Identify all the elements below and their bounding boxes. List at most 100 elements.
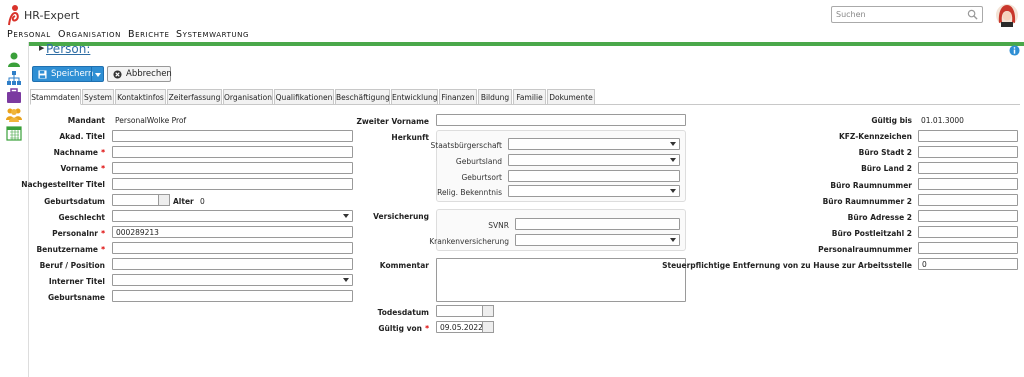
svnr-label: SVNR — [488, 221, 509, 230]
chevron-down-icon — [95, 73, 101, 77]
info-icon[interactable] — [1009, 45, 1020, 56]
tab-system[interactable]: System — [82, 89, 114, 105]
required-mark: * — [101, 245, 105, 254]
search-input[interactable]: Suchen — [831, 6, 983, 23]
menu-item-organisation[interactable]: Organisation — [58, 29, 121, 40]
tab-entwicklung[interactable]: Entwicklung — [391, 89, 438, 105]
buero-raumnummer-input[interactable] — [918, 178, 1018, 190]
beruf-position-input[interactable] — [112, 258, 353, 270]
gueltig-von-value: 09.05.2022 — [440, 323, 483, 332]
buero-raumnummer2-input[interactable] — [918, 194, 1018, 206]
vorname-input[interactable] — [112, 162, 353, 174]
tab-stammdaten[interactable]: Stammdaten — [30, 89, 81, 105]
menu-item-systemwartung[interactable]: Systemwartung — [176, 29, 249, 40]
benutzername-label: Benutzername — [36, 245, 98, 254]
save-label: Speichern — [51, 69, 94, 79]
calendar-icon[interactable] — [6, 125, 22, 141]
required-mark: * — [101, 164, 105, 173]
bekenntnis-label: Relig. Bekenntnis — [437, 188, 502, 197]
tab-qualifikationen[interactable]: Qualifikationen — [274, 89, 334, 105]
search-placeholder: Suchen — [836, 10, 866, 19]
kommentar-label: Kommentar — [379, 261, 429, 270]
calendar-picker-icon[interactable] — [482, 305, 494, 317]
chevron-down-icon — [343, 214, 349, 218]
cancel-button[interactable]: Abbrechen — [107, 66, 172, 82]
buero-adresse2-input[interactable] — [918, 210, 1018, 222]
org-chart-icon[interactable] — [6, 70, 22, 86]
benutzername-input[interactable] — [112, 242, 353, 254]
nachname-label: Nachname — [53, 148, 98, 157]
tab-finanzen[interactable]: Finanzen — [439, 89, 477, 105]
geburtsname-input[interactable] — [112, 290, 353, 302]
interner-titel-select[interactable] — [112, 274, 353, 286]
entfernung-input[interactable]: 0 — [918, 258, 1018, 270]
personalnr-input[interactable]: 000289213 — [112, 226, 353, 238]
page-title[interactable]: Person: — [46, 42, 90, 56]
menu-item-berichte[interactable]: Berichte — [128, 29, 170, 40]
app-title: HR-Expert — [24, 9, 80, 22]
geburtsland-label: Geburtsland — [455, 157, 502, 166]
tab-kontaktinfos[interactable]: Kontaktinfos — [115, 89, 166, 105]
tab-zeiterfassung[interactable]: Zeiterfassung — [167, 89, 222, 105]
gueltig-von-input[interactable]: 09.05.2022 — [436, 321, 494, 333]
nachname-input[interactable] — [112, 146, 353, 158]
buero-land2-input[interactable] — [918, 162, 1018, 174]
buero-land2-label: Büro Land 2 — [861, 164, 912, 173]
geburtsdatum-input[interactable] — [112, 194, 170, 206]
tab-bildung[interactable]: Bildung — [478, 89, 512, 105]
gueltig-von-label: Gültig von — [378, 324, 422, 333]
nachgestellter-titel-input[interactable] — [112, 178, 353, 190]
personalraumnummer-label: Personalraumnummer — [818, 245, 912, 254]
tab-beschaeftigung[interactable]: Beschäftigung — [335, 89, 390, 105]
buero-raumnummer-label: Büro Raumnummer — [830, 181, 912, 190]
search-icon[interactable] — [967, 9, 978, 20]
entfernung-label: Steuerpflichtige Entfernung von zu Hause… — [662, 261, 912, 270]
tab-familie[interactable]: Familie — [513, 89, 546, 105]
nachgestellter-titel-label: Nachgestellter Titel — [21, 180, 105, 189]
akad-titel-input[interactable] — [112, 130, 353, 142]
mandant-value: PersonalWolke Prof — [115, 116, 187, 125]
calendar-picker-icon[interactable] — [482, 321, 494, 333]
todesdatum-input[interactable] — [436, 305, 494, 317]
geburtsland-select[interactable] — [508, 154, 680, 166]
kommentar-textarea[interactable] — [436, 258, 686, 302]
zweiter-vorname-input[interactable] — [436, 114, 686, 126]
kfz-input[interactable] — [918, 130, 1018, 142]
section-accent-bar — [29, 42, 1024, 46]
versicherung-label: Versicherung — [373, 212, 429, 221]
alter-value: 0 — [200, 197, 205, 206]
buero-postleitzahl2-input[interactable] — [918, 226, 1018, 238]
group-icon[interactable] — [6, 106, 22, 122]
buero-raumnummer2-label: Büro Raumnummer 2 — [822, 197, 912, 206]
buero-stadt2-label: Büro Stadt 2 — [858, 148, 912, 157]
vorname-label: Vorname — [60, 164, 98, 173]
sidebar — [0, 42, 29, 377]
beruf-position-label: Beruf / Position — [39, 261, 105, 270]
geburtsort-input[interactable] — [508, 170, 680, 182]
save-dropdown-toggle[interactable] — [91, 67, 103, 81]
herkunft-label: Herkunft — [391, 133, 429, 142]
staatsbuergerschaft-select[interactable] — [508, 138, 680, 150]
interner-titel-label: Interner Titel — [48, 277, 105, 286]
collapse-arrow-icon[interactable]: ▶ — [39, 44, 44, 52]
geburtsdatum-label: Geburtsdatum — [44, 197, 105, 206]
krankenversicherung-select[interactable] — [515, 234, 680, 246]
hr-expert-logo-icon — [8, 5, 19, 26]
chevron-down-icon — [670, 238, 676, 242]
top-bar: HR-Expert Suchen — [0, 0, 1024, 30]
personalraumnummer-input[interactable] — [918, 242, 1018, 254]
user-avatar-icon[interactable] — [996, 3, 1018, 27]
calendar-picker-icon[interactable] — [158, 194, 170, 206]
buero-adresse2-label: Büro Adresse 2 — [847, 213, 912, 222]
svnr-input[interactable] — [515, 218, 680, 230]
tab-organisation[interactable]: Organisation — [223, 89, 273, 105]
briefcase-icon[interactable] — [6, 88, 22, 104]
buero-stadt2-input[interactable] — [918, 146, 1018, 158]
person-icon[interactable] — [6, 51, 22, 67]
geschlecht-select[interactable] — [112, 210, 353, 222]
menu-item-personal[interactable]: Personal — [7, 29, 51, 40]
tab-dokumente[interactable]: Dokumente — [547, 89, 595, 105]
bekenntnis-select[interactable] — [508, 185, 680, 197]
save-button[interactable]: Speichern — [32, 66, 104, 82]
staatsbuergerschaft-label: Staatsbürgerschaft — [430, 141, 503, 150]
